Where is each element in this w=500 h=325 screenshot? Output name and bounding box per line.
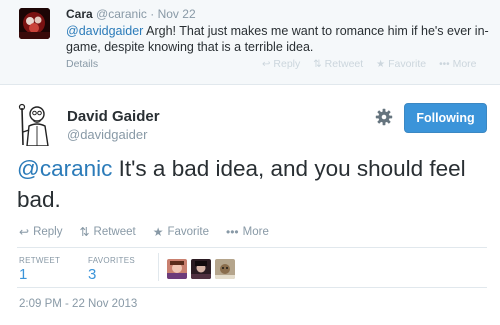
- retweet-stat[interactable]: RETWEET 1: [19, 256, 60, 283]
- stat-separator: [158, 253, 159, 281]
- reply-action[interactable]: ↩ Reply: [19, 225, 62, 239]
- reply-arrow-icon: ↩: [262, 58, 271, 70]
- context-tweet[interactable]: Cara @caranic · Nov 22 @davidgaider Argh…: [0, 0, 500, 85]
- more-action[interactable]: ••• More: [226, 225, 269, 239]
- star-icon: ★: [376, 58, 386, 70]
- retweet-label: Retweet: [93, 226, 136, 238]
- author-name[interactable]: Cara: [66, 7, 93, 21]
- favorite-label: Favorite: [167, 226, 210, 238]
- tweet-timestamp[interactable]: 2:09 PM - 22 Nov 2013: [19, 298, 137, 310]
- more-label: More: [452, 58, 477, 70]
- cara-avatar-image: [19, 8, 50, 39]
- david-gaider-avatar-drawing: [17, 102, 53, 147]
- retweet-label: Retweet: [324, 58, 364, 70]
- star-icon: ★: [152, 225, 164, 239]
- reply-action[interactable]: ↩ Reply: [262, 58, 300, 70]
- favorites-stat-label: FAVORITES: [88, 256, 136, 265]
- retweet-action[interactable]: ⇅ Retweet: [79, 225, 135, 239]
- reply-label: Reply: [33, 226, 63, 238]
- retweet-icon: ⇅: [313, 58, 322, 70]
- favoriter-avatar[interactable]: [191, 259, 211, 279]
- retweet-stat-label: RETWEET: [19, 256, 61, 265]
- favorite-action[interactable]: ★ Favorite: [153, 225, 209, 239]
- avatar[interactable]: [17, 102, 53, 147]
- ellipsis-icon: •••: [439, 58, 450, 70]
- context-tweet-actions: ↩ Reply ⇅ Retweet ★ Favorite ••• More: [262, 58, 477, 70]
- author-name[interactable]: David Gaider: [67, 108, 160, 125]
- favoriter-avatar[interactable]: [215, 259, 235, 279]
- favoriter-avatar[interactable]: [167, 259, 187, 279]
- retweet-action[interactable]: ⇅ Retweet: [313, 58, 363, 70]
- divider: [17, 247, 487, 248]
- context-tweet-header: Cara @caranic · Nov 22: [66, 7, 196, 21]
- retweet-icon: ⇅: [79, 225, 90, 239]
- following-button[interactable]: Following: [404, 103, 487, 133]
- author-handle[interactable]: @davidgaider: [67, 127, 147, 142]
- favorites-count: 3: [88, 266, 97, 283]
- gear-icon[interactable]: [375, 108, 393, 126]
- tweet-text: @caranic It's a bad idea, and you should…: [17, 153, 487, 215]
- favorite-action[interactable]: ★ Favorite: [376, 58, 426, 70]
- favorites-stat[interactable]: FAVORITES 3: [88, 256, 135, 283]
- retweet-count: 1: [19, 266, 28, 283]
- reply-arrow-icon: ↩: [19, 225, 30, 239]
- mention-link[interactable]: @caranic: [17, 156, 112, 181]
- tweet-actions: ↩ Reply ⇅ Retweet ★ Favorite ••• More: [19, 225, 269, 239]
- mention-link[interactable]: @davidgaider: [66, 24, 143, 38]
- avatar[interactable]: [19, 8, 50, 39]
- more-action[interactable]: ••• More: [439, 58, 476, 70]
- author-handle[interactable]: @caranic: [96, 7, 147, 21]
- favorite-label: Favorite: [388, 58, 427, 70]
- details-link[interactable]: Details: [66, 58, 98, 70]
- divider: [17, 287, 487, 288]
- favoriter-avatars: [167, 259, 235, 279]
- more-label: More: [242, 226, 269, 238]
- reply-label: Reply: [273, 58, 301, 70]
- ellipsis-icon: •••: [226, 225, 239, 239]
- tweet-time[interactable]: Nov 22: [158, 7, 196, 21]
- separator-dot: ·: [150, 7, 155, 21]
- context-tweet-text: @davidgaider Argh! That just makes me wa…: [66, 23, 496, 55]
